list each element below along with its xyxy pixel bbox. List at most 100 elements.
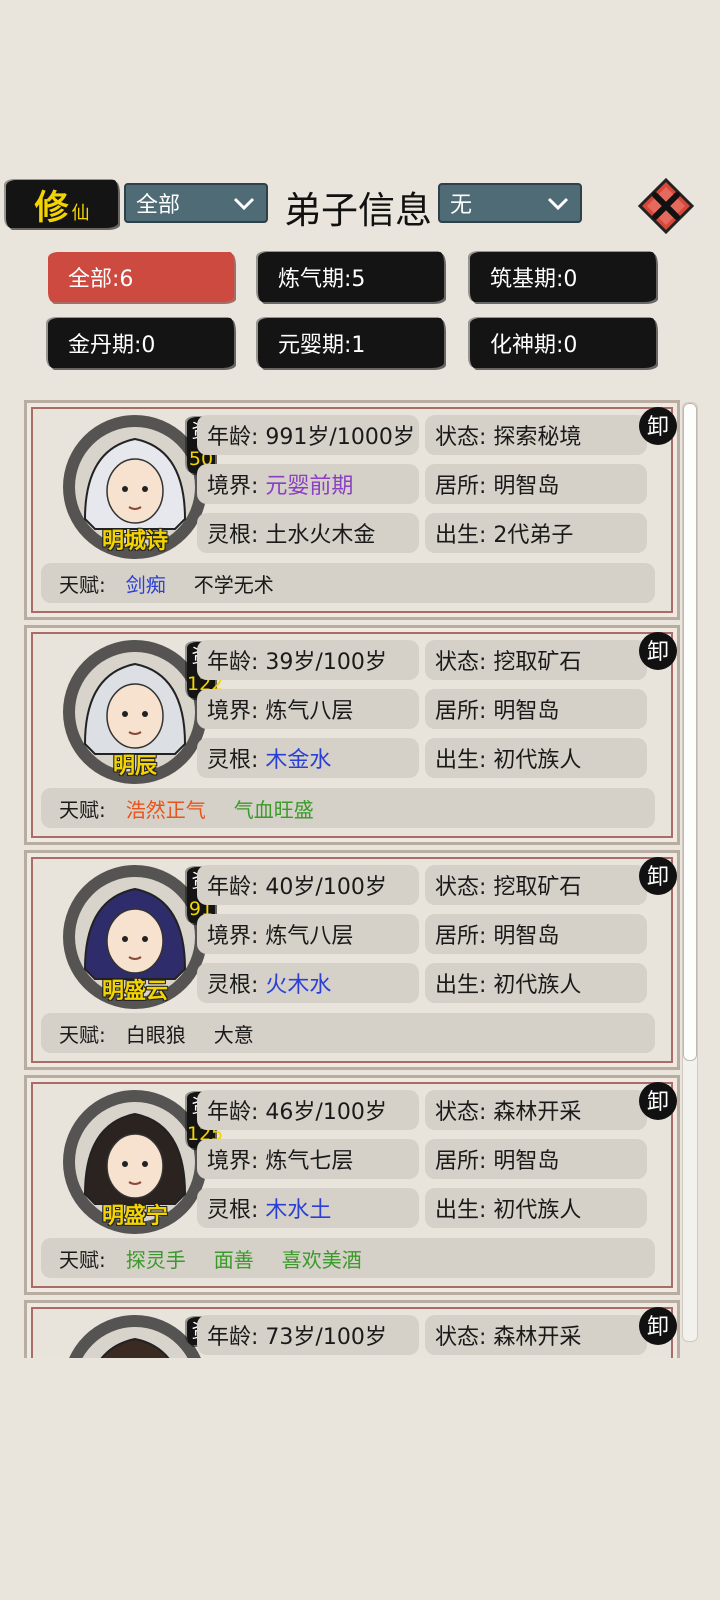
talent-row: 天赋: 浩然正气 气血旺盛: [41, 788, 655, 828]
disciple-name: 明盛宁: [101, 1204, 168, 1229]
realm-field: 境界: 炼气七层: [197, 1139, 419, 1179]
spirit-root-field: 灵根: 火木水: [197, 963, 419, 1003]
disciple-card[interactable]: 资 年龄: 73岁/100岁 状态: 森林开采 境界: 居所: 灵根: 出生: …: [24, 1300, 680, 1358]
talent-label: 天赋:: [59, 572, 106, 597]
origin-label: 出生:: [435, 1198, 487, 1223]
residence-value: 明智岛: [493, 1149, 560, 1174]
disciple-card[interactable]: 明盛云 资 91 年龄: 40岁/100岁 状态: 挖取矿石 境界: 炼气八层 …: [24, 850, 680, 1070]
realm-filter-tab[interactable]: 全部:6: [48, 252, 234, 302]
root-value: 土水火木金: [265, 523, 376, 548]
talent-value: 气血旺盛: [233, 797, 314, 822]
status-label: 状态:: [435, 425, 487, 450]
age-label: 年龄:: [207, 425, 259, 450]
scrollbar[interactable]: [682, 402, 698, 1342]
dismiss-button[interactable]: 卸: [637, 855, 679, 897]
talent-value: 喜欢美酒: [281, 1247, 362, 1272]
logo-main-char: 修: [34, 187, 69, 228]
disciple-name: 明盛云: [101, 979, 168, 1004]
category-dropdown[interactable]: 全部: [124, 183, 268, 223]
status-value: 挖取矿石: [493, 875, 582, 900]
close-x-icon[interactable]: [638, 178, 694, 234]
dismiss-label: 卸: [647, 640, 669, 665]
realm-label: 境界:: [207, 474, 259, 499]
chevron-down-icon: [547, 197, 569, 211]
age-field: 年龄: 40岁/100岁: [197, 865, 419, 905]
disciple-name: 明城诗: [101, 529, 168, 554]
age-label: 年龄:: [207, 875, 259, 900]
disciple-list[interactable]: 明城诗 资 50 年龄: 991岁/1000岁 状态: 探索秘境 境界: 元婴前…: [24, 400, 680, 1358]
origin-field: 出生: 2代弟子: [425, 513, 647, 553]
game-logo: 修 仙: [6, 180, 118, 228]
talent-value: 面善: [213, 1247, 254, 1272]
scrollbar-thumb[interactable]: [683, 403, 697, 1061]
sort-dropdown-value: 无: [450, 193, 473, 218]
talent-row: 天赋: 剑痴 不学无术: [41, 563, 655, 603]
origin-value: 初代族人: [493, 973, 582, 998]
dismiss-button[interactable]: 卸: [637, 630, 679, 672]
residence-label: 居所:: [435, 1149, 487, 1174]
status-field: 状态: 挖取矿石: [425, 865, 647, 905]
realm-label: 境界:: [207, 699, 259, 724]
sort-dropdown[interactable]: 无: [438, 183, 582, 223]
talent-value: 大意: [213, 1022, 254, 1047]
age-field: 年龄: 46岁/100岁: [197, 1090, 419, 1130]
disciple-card[interactable]: 明辰 资 122 年龄: 39岁/100岁 状态: 挖取矿石 境界: 炼气八层 …: [24, 625, 680, 845]
realm-filter-tab[interactable]: 金丹期:0: [48, 318, 234, 368]
realm-value: 炼气七层: [265, 1149, 354, 1174]
origin-field: 出生: 初代族人: [425, 963, 647, 1003]
status-value: 森林开采: [493, 1100, 582, 1125]
age-label: 年龄:: [207, 1100, 259, 1125]
status-field: 状态: 森林开采: [425, 1090, 647, 1130]
age-label: 年龄:: [207, 1325, 259, 1350]
status-field: 状态: 挖取矿石: [425, 640, 647, 680]
root-value: 木水土: [265, 1198, 332, 1223]
talent-value: 探灵手: [125, 1247, 186, 1272]
root-label: 灵根:: [207, 973, 259, 998]
age-value: 46岁/100岁: [265, 1100, 387, 1125]
realm-filter-tab[interactable]: 筑基期:0: [470, 252, 656, 302]
residence-field: 居所: 明智岛: [425, 914, 647, 954]
disciple-card[interactable]: 明盛宁 资 125 年龄: 46岁/100岁 状态: 森林开采 境界: 炼气七层…: [24, 1075, 680, 1295]
root-value: 火木水: [265, 973, 332, 998]
residence-value: 明智岛: [493, 924, 560, 949]
status-value: 探索秘境: [493, 425, 582, 450]
realm-filter-tab[interactable]: 元婴期:1: [258, 318, 444, 368]
origin-label: 出生:: [435, 748, 487, 773]
status-label: 状态:: [435, 1100, 487, 1125]
origin-value: 2代弟子: [493, 523, 574, 548]
page-title: 弟子信息: [284, 189, 432, 232]
origin-value: 初代族人: [493, 748, 582, 773]
residence-field: 居所: 明智岛: [425, 1139, 647, 1179]
age-field: 年龄: 991岁/1000岁: [197, 415, 419, 455]
root-label: 灵根:: [207, 748, 259, 773]
talent-value: 浩然正气: [125, 797, 206, 822]
realm-label: 境界:: [207, 924, 259, 949]
disciple-card[interactable]: 明城诗 资 50 年龄: 991岁/1000岁 状态: 探索秘境 境界: 元婴前…: [24, 400, 680, 620]
status-field: 状态: 森林开采: [425, 1315, 647, 1355]
realm-field: 境界: 炼气八层: [197, 914, 419, 954]
origin-value: 初代族人: [493, 1198, 582, 1223]
talent-label: 天赋:: [59, 1022, 106, 1047]
spirit-root-field: 灵根: 木水土: [197, 1188, 419, 1228]
talent-value: 剑痴: [125, 572, 166, 597]
realm-value: 炼气八层: [265, 924, 354, 949]
status-value: 挖取矿石: [493, 650, 582, 675]
realm-filter-tab[interactable]: 化神期:0: [470, 318, 656, 368]
talent-row: 天赋: 探灵手 面善 喜欢美酒: [41, 1238, 655, 1278]
talent-value: 不学无术: [193, 572, 274, 597]
residence-value: 明智岛: [493, 474, 560, 499]
category-dropdown-value: 全部: [136, 193, 181, 218]
realm-value: 炼气八层: [265, 699, 354, 724]
dismiss-label: 卸: [647, 1090, 669, 1115]
age-value: 40岁/100岁: [265, 875, 387, 900]
dismiss-label: 卸: [647, 415, 669, 440]
dismiss-button[interactable]: 卸: [637, 1305, 679, 1347]
dismiss-button[interactable]: 卸: [637, 1080, 679, 1122]
realm-filter-tab[interactable]: 炼气期:5: [258, 252, 444, 302]
origin-label: 出生:: [435, 523, 487, 548]
status-field: 状态: 探索秘境: [425, 415, 647, 455]
age-value: 73岁/100岁: [265, 1325, 387, 1350]
root-value: 木金水: [265, 748, 332, 773]
realm-field: 境界: 炼气八层: [197, 689, 419, 729]
dismiss-button[interactable]: 卸: [637, 405, 679, 447]
